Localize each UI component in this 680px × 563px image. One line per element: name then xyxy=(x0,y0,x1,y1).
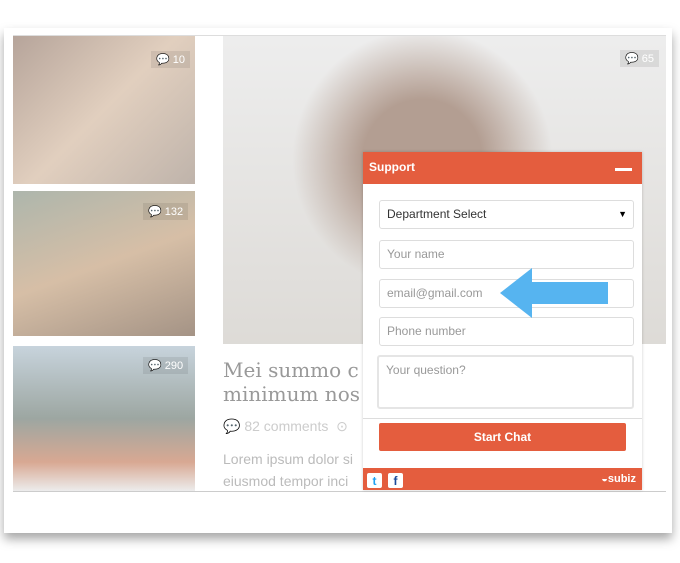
comment-count-badge: 💬 65 xyxy=(620,50,660,67)
arrow-left-icon xyxy=(500,268,608,318)
minimize-button[interactable] xyxy=(615,168,632,171)
subiz-logo: ◒subiz xyxy=(601,473,636,485)
widget-footer: t f ◒subiz xyxy=(363,468,642,490)
post-excerpt: Lorem ipsum dolor si eiusmod tempor inci xyxy=(223,451,353,489)
clock-icon: ⊙ xyxy=(336,418,348,434)
twitter-icon[interactable]: t xyxy=(367,473,382,488)
caret-down-icon: ▼ xyxy=(618,209,627,219)
department-select[interactable]: Department Select ▼ xyxy=(379,200,634,229)
phone-input[interactable]: Phone number xyxy=(379,317,634,346)
name-input[interactable]: Your name xyxy=(379,240,634,269)
post-meta: 💬 82 comments ⊙ xyxy=(223,418,348,434)
start-chat-button[interactable]: Start Chat xyxy=(379,423,626,451)
divider xyxy=(363,418,642,419)
facebook-icon[interactable]: f xyxy=(388,473,403,488)
post-title[interactable]: Mei summo c minimum nos xyxy=(223,358,360,406)
question-textarea[interactable]: Your question? xyxy=(377,355,634,409)
comment-count-badge: 💬 290 xyxy=(143,357,189,374)
comment-count-badge: 💬 10 xyxy=(151,51,191,68)
support-chat-widget: Support Department Select ▼ Your name ema… xyxy=(363,152,642,490)
comment-count-badge: 💬 132 xyxy=(143,203,189,220)
widget-header[interactable]: Support xyxy=(363,152,642,184)
comment-icon: 💬 xyxy=(223,418,241,434)
